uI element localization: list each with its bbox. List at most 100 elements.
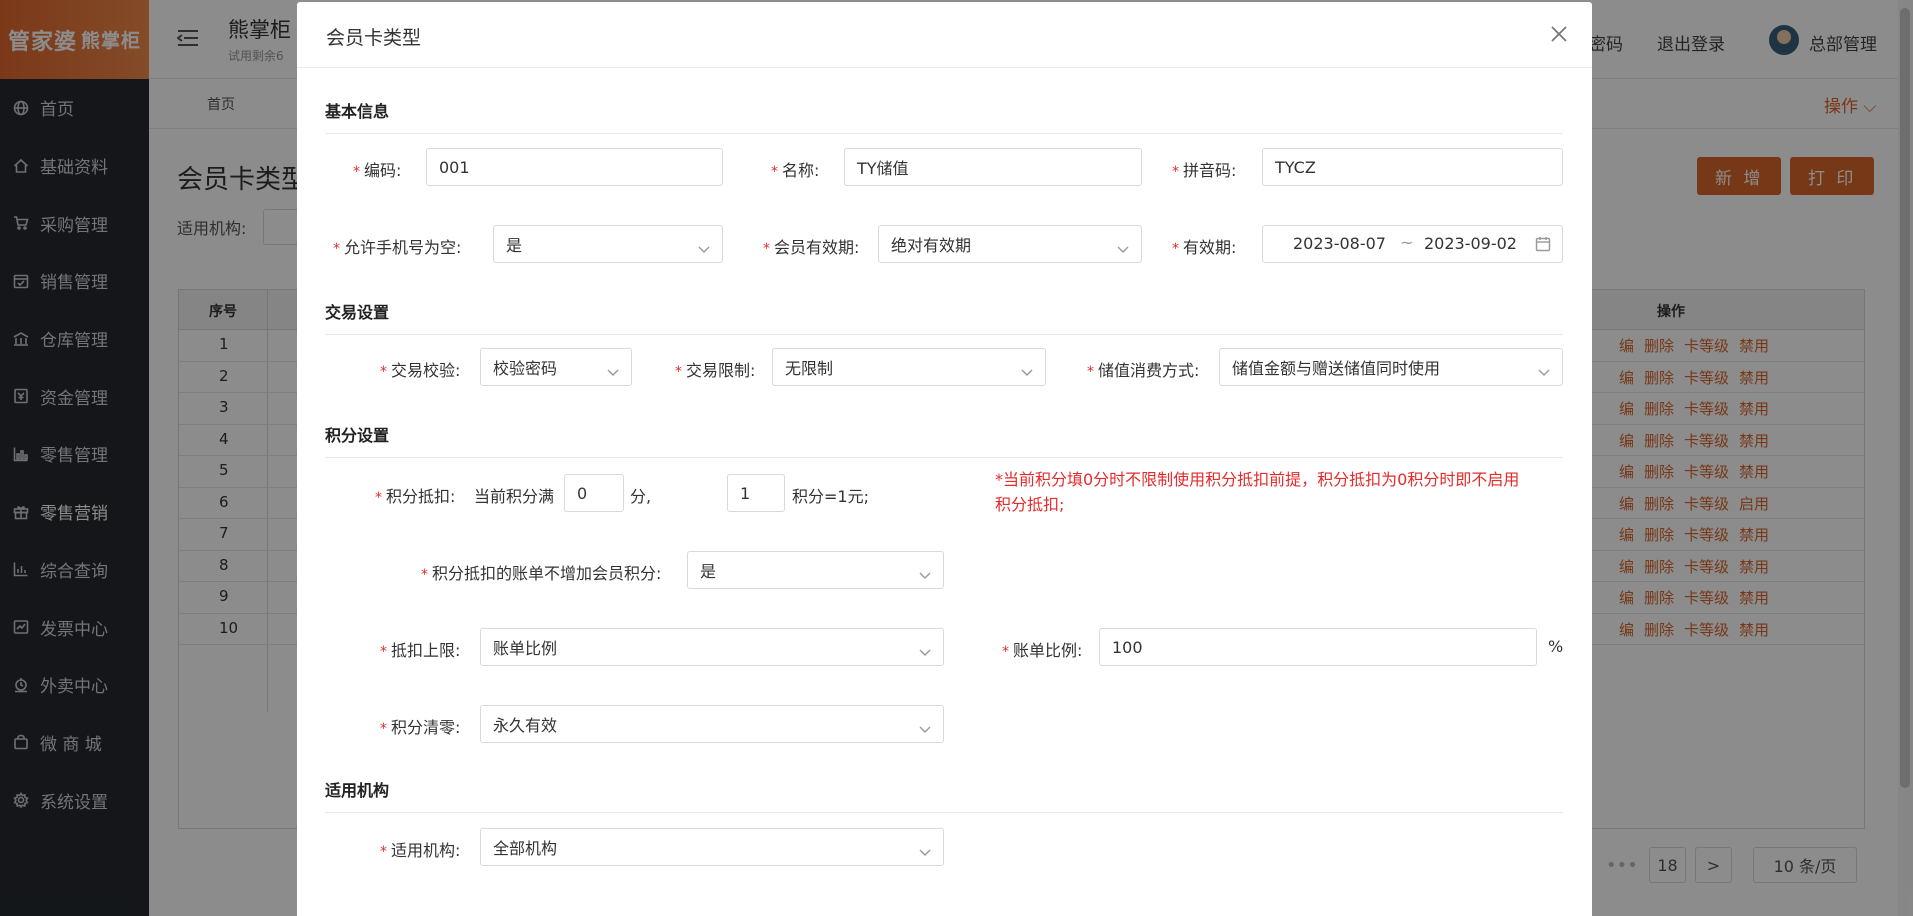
bill-ratio-unit: % bbox=[1548, 637, 1564, 656]
modal-title: 会员卡类型 bbox=[326, 27, 422, 49]
required-mark: * bbox=[1087, 364, 1094, 380]
required-mark: * bbox=[380, 364, 387, 380]
pinyin-label: * 拼音码: bbox=[1172, 157, 1236, 181]
validity-end: 2023-09-02 bbox=[1424, 234, 1517, 253]
trade-check-label: * 交易校验: bbox=[380, 357, 460, 381]
required-mark: * bbox=[771, 164, 778, 180]
code-input[interactable]: 001 bbox=[426, 148, 723, 186]
points-clear-select[interactable]: 永久有效 bbox=[480, 705, 944, 743]
chevron-down-icon bbox=[919, 842, 931, 856]
validity-range-picker[interactable]: 2023-08-07 ~ 2023-09-02 bbox=[1262, 225, 1563, 263]
required-mark: * bbox=[763, 241, 770, 257]
deduct-limit-label-text: 抵扣上限: bbox=[391, 641, 461, 660]
points-clear-label: * 积分清零: bbox=[380, 714, 460, 738]
points-rate-input[interactable]: 1 bbox=[727, 474, 785, 512]
section-divider bbox=[325, 812, 1563, 813]
trade-check-value: 校验密码 bbox=[493, 359, 558, 378]
required-mark: * bbox=[380, 644, 387, 660]
allow-phone-value: 是 bbox=[506, 236, 523, 255]
stored-mode-label: * 储值消费方式: bbox=[1087, 357, 1199, 381]
stored-mode-label-text: 储值消费方式: bbox=[1098, 361, 1200, 380]
deduct-limit-value: 账单比例 bbox=[493, 639, 558, 658]
points-min-input[interactable]: 0 bbox=[564, 474, 624, 512]
deduct-limit-label: * 抵扣上限: bbox=[380, 637, 460, 661]
pinyin-label-text: 拼音码: bbox=[1183, 161, 1237, 180]
card-type-modal: 会员卡类型 基本信息 * 编码: 001 * 名称: TY储值 * 拼音码: TYCZ… bbox=[297, 2, 1592, 916]
section-divider bbox=[325, 334, 1563, 335]
validity-start: 2023-08-07 bbox=[1293, 234, 1386, 253]
deduct-limit-select[interactable]: 账单比例 bbox=[480, 628, 944, 666]
validity-label: * 有效期: bbox=[1172, 234, 1236, 258]
org-value: 全部机构 bbox=[493, 839, 558, 858]
required-mark: * bbox=[1172, 241, 1179, 257]
bill-ratio-label: * 账单比例: bbox=[1002, 637, 1082, 661]
name-label-text: 名称: bbox=[782, 161, 820, 180]
no-add-points-label-text: 积分抵扣的账单不增加会员积分: bbox=[432, 564, 662, 583]
chevron-down-icon bbox=[919, 719, 931, 733]
required-mark: * bbox=[380, 844, 387, 860]
section-basic-title: 基本信息 bbox=[325, 102, 390, 121]
app-root: 管家婆 熊掌柜 首页 基础资料 采购管理 销售管理 仓库管理 资金管理 零售管理 零售营销 综合… bbox=[0, 0, 1913, 916]
section-points-title: 积分设置 bbox=[325, 426, 390, 445]
modal-header: 会员卡类型 bbox=[297, 2, 1592, 68]
stored-mode-value: 储值金额与赠送储值同时使用 bbox=[1232, 359, 1441, 378]
required-mark: * bbox=[675, 364, 682, 380]
validity-type-select[interactable]: 绝对有效期 bbox=[878, 225, 1142, 263]
validity-type-label-text: 会员有效期: bbox=[774, 238, 860, 257]
close-icon[interactable] bbox=[1549, 24, 1569, 44]
required-mark: * bbox=[1002, 644, 1009, 660]
section-trade-title: 交易设置 bbox=[325, 303, 390, 322]
trade-check-select[interactable]: 校验密码 bbox=[480, 348, 632, 386]
section-divider bbox=[325, 457, 1563, 458]
points-clear-value: 永久有效 bbox=[493, 716, 558, 735]
required-mark: * bbox=[333, 241, 340, 257]
section-divider bbox=[325, 133, 1563, 134]
code-label: * 编码: bbox=[353, 157, 401, 181]
chevron-down-icon bbox=[607, 362, 619, 376]
chevron-down-icon bbox=[1021, 362, 1033, 376]
points-deduct-label: * 积分抵扣: bbox=[375, 483, 455, 507]
required-mark: * bbox=[380, 721, 387, 737]
required-mark: * bbox=[421, 567, 428, 583]
required-mark: * bbox=[353, 164, 360, 180]
code-label-text: 编码: bbox=[364, 161, 402, 180]
validity-type-label: * 会员有效期: bbox=[763, 234, 859, 258]
trade-limit-value: 无限制 bbox=[785, 359, 834, 378]
bill-ratio-input[interactable]: 100 bbox=[1099, 628, 1537, 666]
org-label-text: 适用机构: bbox=[391, 841, 461, 860]
required-mark: * bbox=[375, 490, 382, 506]
stored-mode-select[interactable]: 储值金额与赠送储值同时使用 bbox=[1219, 348, 1563, 386]
points-note: *当前积分填0分时不限制使用积分抵扣前提，积分抵扣为0积分时即不启用积分抵扣; bbox=[995, 470, 1520, 514]
allow-phone-select[interactable]: 是 bbox=[493, 225, 723, 263]
points-clear-label-text: 积分清零: bbox=[391, 718, 461, 737]
no-add-points-select[interactable]: 是 bbox=[687, 551, 944, 589]
allow-phone-label-text: 允许手机号为空: bbox=[344, 238, 462, 257]
validity-type-value: 绝对有效期 bbox=[891, 236, 972, 255]
section-org-title: 适用机构 bbox=[325, 781, 390, 800]
org-label: * 适用机构: bbox=[380, 837, 460, 861]
bill-ratio-label-text: 账单比例: bbox=[1013, 641, 1083, 660]
org-select[interactable]: 全部机构 bbox=[480, 828, 944, 866]
allow-phone-label: * 允许手机号为空: bbox=[333, 234, 461, 258]
chevron-down-icon bbox=[919, 642, 931, 656]
trade-limit-label-text: 交易限制: bbox=[686, 361, 756, 380]
chevron-down-icon bbox=[698, 239, 710, 253]
trade-limit-select[interactable]: 无限制 bbox=[772, 348, 1046, 386]
points-deduct-label-text: 积分抵扣: bbox=[386, 487, 456, 506]
chevron-down-icon bbox=[919, 565, 931, 579]
chevron-down-icon bbox=[1117, 239, 1129, 253]
name-label: * 名称: bbox=[771, 157, 819, 181]
trade-limit-label: * 交易限制: bbox=[675, 357, 755, 381]
required-mark: * bbox=[1172, 164, 1179, 180]
calendar-icon bbox=[1535, 236, 1551, 256]
name-input[interactable]: TY储值 bbox=[844, 148, 1142, 186]
points-unit-text: 分, bbox=[630, 487, 652, 506]
points-rate-suffix: 积分=1元; bbox=[792, 487, 869, 506]
pinyin-input[interactable]: TYCZ bbox=[1262, 148, 1563, 186]
chevron-down-icon bbox=[1538, 362, 1550, 376]
no-add-points-label: * 积分抵扣的账单不增加会员积分: bbox=[421, 560, 661, 584]
no-add-points-value: 是 bbox=[700, 562, 717, 581]
points-pre-text: 当前积分满 bbox=[474, 487, 555, 506]
validity-separator: ~ bbox=[1400, 233, 1414, 252]
trade-check-label-text: 交易校验: bbox=[391, 361, 461, 380]
